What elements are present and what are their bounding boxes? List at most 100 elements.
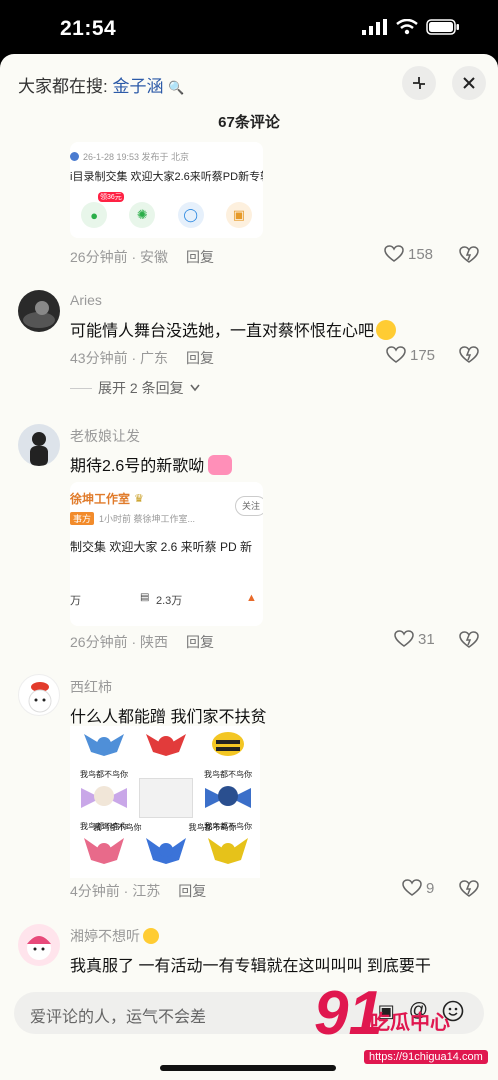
username[interactable]: 西红柿 [70,677,112,697]
shared-post-card[interactable]: 徐坤工作室 ♛ 事方 1小时前 蔡徐坤工作室... 关注 制交集 欢迎大家 2.… [70,482,263,626]
comment-text-content: 期待2.6号的新歌呦 [70,458,205,475]
follow-button[interactable]: 关注 [235,496,263,516]
expand-replies-label: 展开 2 条回复 [98,380,184,396]
like-count: 31 [418,630,435,648]
collapse-icon [413,77,425,89]
verified-icon [70,152,79,161]
sticker-image[interactable]: 我鸟都不鸟你 我鸟都不鸟你 我鸟都不鸟你 我鸟都不鸟你 我鸟都不鸟你 我鸟都不鸟… [70,726,260,878]
dislike-icon[interactable] [459,880,479,898]
kiss-emoji-icon [208,455,233,475]
battery-icon [426,19,459,35]
reply-button[interactable]: 回复 [186,350,214,366]
comment-meta: 26分钟前 · 安徽 回复 [70,247,214,267]
comment-time-location: 43分钟前 · 广东 [70,350,169,366]
watermark-name: 吃瓜中心 [370,1012,450,1034]
card-meta: 26-1-28 19:53 发布于 北京 [83,152,190,162]
sticker-caption: 我鸟都不鸟你 [188,823,237,832]
like-count: 9 [426,879,435,897]
like-button[interactable]: 175 [386,346,435,364]
close-button[interactable] [452,66,486,100]
comment-text: 我真服了 一有活动一有专辑就在这叫叫叫 到底要干 [70,958,431,975]
thumbs-up-icon: ▲ [246,592,257,604]
status-time: 21:54 [60,17,117,40]
card-text: i目录制交集 欢迎大家2.6来听蔡PD新专辑 [70,171,263,183]
comment-text: 期待2.6号的新歌呦 [70,452,233,476]
comment-text: 可能情人舞台没选她，一直对蔡怀恨在心吧 [70,317,397,341]
signal-icon [362,19,387,35]
comment-sheet: 大家都在搜: 金子涵 🔍 67条评论 26-1-28 19:53 发布于 北京 … [0,54,498,1080]
comment-icon: ▤ [140,592,150,603]
comment-text-content: 可能情人舞台没选她，一直对蔡怀恨在心吧 [70,323,375,340]
like-button[interactable]: 31 [394,630,435,648]
avatar[interactable] [18,290,60,332]
card-meta: 1小时前 蔡徐坤工作室... [99,514,196,524]
favorite-icon[interactable]: ▣ [225,202,252,228]
heart-icon [394,630,414,647]
comment-time-location: 26分钟前 · 安徽 [70,249,169,265]
reward-badge: 领36元 [98,192,124,202]
smile-emoji-icon [143,928,159,944]
username[interactable]: 湘婷不想听 [70,926,159,946]
username[interactable]: Aries [70,292,102,308]
comment-time-location: 26分钟前 · 陕西 [70,634,169,650]
collapse-button[interactable] [402,66,436,100]
bird-sticker [198,830,258,884]
comment-time-location: 4分钟前 · 江苏 [70,883,161,899]
dislike-icon[interactable] [459,246,479,264]
card-text: 制交集 欢迎大家 2.6 来听蔡 PD 新 [70,540,253,554]
close-icon [463,77,475,89]
wifi-icon [396,19,418,35]
status-icons [362,19,460,35]
bird-sticker [136,830,196,884]
search-keyword[interactable]: 金子涵 [112,77,163,96]
sticker-caption: 我鸟都不鸟你 [93,823,142,832]
like-count: 175 [410,346,436,364]
username-label: 湘婷不想听 [70,928,140,944]
crown-icon: ♛ [134,493,144,505]
comment-input-placeholder: 爱评论的人，运气不会差 [30,1009,207,1026]
search-icon: 🔍 [168,80,185,95]
heart-icon [386,346,406,363]
avatar[interactable] [18,924,60,966]
chevron-down-icon [189,384,200,392]
comment-meta: 26分钟前 · 陕西 回复 [70,632,214,652]
bird-sticker [136,726,196,780]
dislike-icon[interactable] [459,631,479,649]
comment-meta: 4分钟前 · 江苏 回复 [70,881,206,901]
bird-sticker [74,830,134,884]
comment-meta: 43分钟前 · 广东 回复 [70,348,214,368]
heart-icon [402,879,422,896]
avatar[interactable] [18,674,60,716]
reply-button[interactable]: 回复 [178,883,206,899]
follow-label: 关注 [241,501,260,511]
comment-count-title: 67条评论 [218,114,280,131]
reply-button[interactable]: 回复 [186,634,214,650]
like-button[interactable]: 9 [402,879,434,897]
home-indicator [160,1065,336,1071]
watermark-url: https://91chigua14.com [364,1050,488,1064]
dislike-icon[interactable] [459,346,479,364]
bird-sticker: 我鸟都不鸟你 [74,726,134,780]
reply-button[interactable]: 回复 [186,249,214,265]
divider [70,387,92,389]
sticker-caption-row: 我鸟都不鸟你 我鸟都不鸟你 [70,822,260,833]
like-button[interactable]: 158 [384,245,433,263]
avatar[interactable] [18,424,60,466]
wechat-icon[interactable]: ● [81,202,108,228]
search-prefix: 大家都在搜: [18,77,108,96]
search-hint[interactable]: 大家都在搜: 金子涵 🔍 [18,72,184,97]
card-stat-mid: 2.3万 [156,595,183,607]
expand-replies-button[interactable]: 展开 2 条回复 [70,378,200,398]
card-account-name: 徐坤工作室 [70,492,131,506]
bee-sticker: 我鸟都不鸟你 [198,726,258,780]
heart-icon [384,245,404,262]
moments-icon[interactable]: ✺ [129,202,156,228]
qq-icon[interactable]: ◯ [177,202,204,228]
watermark-logo: 91 吃瓜中心 https://91chigua14.com [314,978,494,1078]
status-bar: 21:54 [0,0,498,56]
shared-post-card[interactable]: 26-1-28 19:53 发布于 北京 i目录制交集 欢迎大家2.6来听蔡PD… [70,142,263,238]
official-tag: 事方 [70,512,95,525]
like-count: 158 [408,245,434,263]
comment-text: 什么人都能蹭 我们家不扶贫 [70,709,267,726]
username[interactable]: 老板娘让发 [70,426,140,446]
